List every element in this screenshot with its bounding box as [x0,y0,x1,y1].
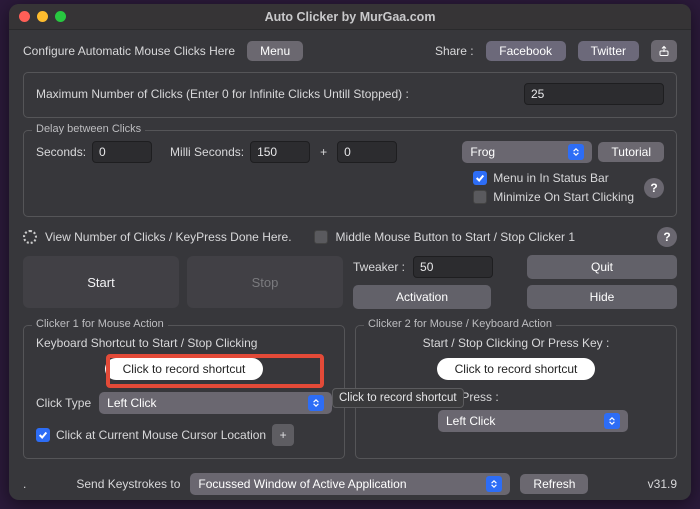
delay-legend: Delay between Clicks [32,123,145,135]
send-keystrokes-label: Send Keystrokes to [76,477,180,491]
seconds-label: Seconds: [36,145,86,159]
minimize-on-start-checkbox[interactable] [473,190,487,204]
click-type-label: Click Type [36,396,91,410]
tweaker-input[interactable] [413,256,493,278]
chevron-updown-icon [604,413,620,429]
activation-button[interactable]: Activation [353,285,491,309]
chevron-updown-icon [486,476,502,492]
middle-mouse-checkbox[interactable] [314,230,328,244]
shortcut-label-1: Keyboard Shortcut to Start / Stop Clicki… [36,336,332,350]
max-clicks-input[interactable] [524,83,664,105]
chevron-updown-icon [308,395,324,411]
minimize-icon[interactable] [37,11,48,22]
window-controls [19,11,66,22]
record-shortcut-button-2[interactable]: Click to record shortcut [437,358,596,380]
share-label: Share : [435,44,474,58]
menu-in-statusbar-checkbox[interactable] [473,171,487,185]
record-shortcut-button-1[interactable]: Click to record shortcut [105,358,264,380]
max-clicks-label: Maximum Number of Clicks (Enter 0 for In… [36,87,510,101]
window-title: Auto Clicker by MurGaa.com [9,10,691,24]
profile-value: Frog [470,145,495,159]
cursor-location-checkbox[interactable] [36,428,50,442]
seconds-input[interactable] [92,141,152,163]
share-icon [658,45,670,57]
refresh-button[interactable]: Refresh [520,474,588,494]
tweaker-label: Tweaker : [353,260,405,274]
milliseconds-label: Milli Seconds: [170,145,244,159]
record-shortcut-tooltip: Click to record shortcut [332,388,464,408]
footer-dot: . [23,477,26,491]
click-type-value: Left Click [107,396,156,410]
twitter-button[interactable]: Twitter [578,41,639,61]
clicker2-action-select[interactable]: Left Click [438,410,628,432]
keystroke-target-select[interactable]: Focussed Window of Active Application [190,473,510,495]
middle-mouse-label: Middle Mouse Button to Start / Stop Clic… [336,230,575,244]
click-type-select[interactable]: Left Click [99,392,332,414]
tutorial-button[interactable]: Tutorial [598,142,664,162]
configure-label: Configure Automatic Mouse Clicks Here [23,44,235,58]
quit-button[interactable]: Quit [527,255,677,279]
clicker1-legend: Clicker 1 for Mouse Action [32,318,168,330]
titlebar: Auto Clicker by MurGaa.com [9,4,691,30]
add-location-button[interactable]: + [272,424,294,446]
menu-button[interactable]: Menu [247,41,303,61]
start-button[interactable]: Start [23,256,179,308]
chevron-updown-icon [568,144,584,160]
milliseconds-input[interactable] [250,141,310,163]
minimize-on-start-label: Minimize On Start Clicking [493,190,634,204]
clicker2-legend: Clicker 2 for Mouse / Keyboard Action [364,318,556,330]
click-counter-label: View Number of Clicks / KeyPress Done He… [45,230,292,244]
help-icon-2[interactable]: ? [657,227,677,247]
keystroke-target-value: Focussed Window of Active Application [198,477,406,491]
facebook-button[interactable]: Facebook [486,41,566,61]
version-label: v31.9 [648,477,677,491]
cursor-location-label: Click at Current Mouse Cursor Location [56,428,266,442]
app-window: Auto Clicker by MurGaa.com Configure Aut… [9,4,691,500]
profile-select[interactable]: Frog [462,141,592,163]
menu-in-statusbar-label: Menu in In Status Bar [493,171,608,185]
extra-ms-input[interactable] [337,141,397,163]
stop-button[interactable]: Stop [187,256,343,308]
zoom-icon[interactable] [55,11,66,22]
shortcut-label-2: Start / Stop Clicking Or Press Key : [368,336,664,350]
help-icon[interactable]: ? [644,178,664,198]
clicker2-action-value: Left Click [446,414,495,428]
hide-button[interactable]: Hide [527,285,677,309]
plus-label: + [316,145,331,159]
close-icon[interactable] [19,11,30,22]
spinner-icon [23,230,37,244]
share-icon-button[interactable] [651,40,677,62]
